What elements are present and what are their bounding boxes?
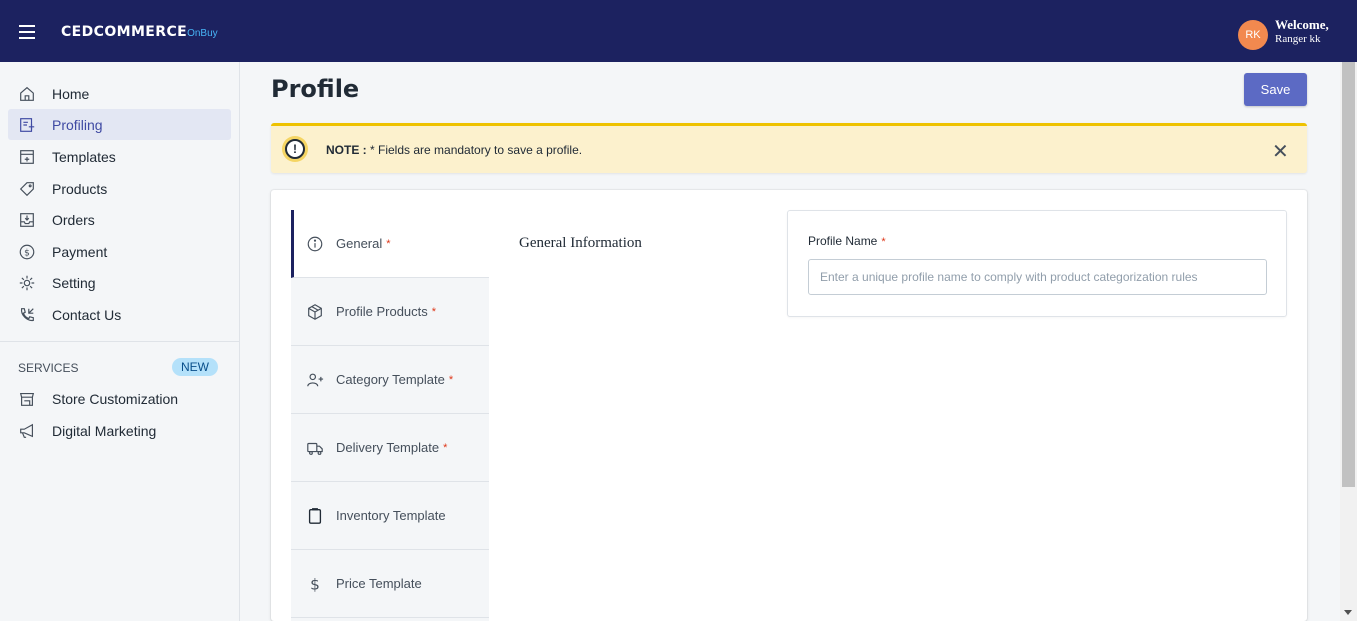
welcome-text: Welcome,: [1275, 17, 1329, 32]
tab-label: Inventory Template: [336, 508, 446, 523]
brand-sub: OnBuy: [187, 28, 218, 39]
sidebar-divider: [0, 341, 239, 342]
sidebar-item-digital-marketing[interactable]: Digital Marketing: [8, 415, 231, 446]
sidebar-item-orders[interactable]: Orders: [8, 204, 231, 235]
brand-logo: CEDCOMMERCEOnBuy: [61, 24, 218, 40]
profile-name-card: Profile Name *: [787, 210, 1287, 317]
page-title: Profile: [271, 75, 360, 103]
services-title: SERVICES: [18, 361, 79, 375]
scroll-thumb[interactable]: [1342, 62, 1355, 487]
orders-icon: [17, 210, 37, 230]
sidebar-item-profiling[interactable]: Profiling: [8, 109, 231, 140]
profile-card: General * Profile Products * Category Temp…: [271, 190, 1307, 621]
sidebar-item-label: Products: [52, 180, 108, 197]
brand-name: CEDCOMMERCE: [61, 24, 188, 40]
add-user-icon: [304, 369, 326, 391]
required-mark: *: [431, 305, 437, 318]
vertical-tabs: General * Profile Products * Category Temp…: [291, 210, 489, 621]
top-bar: CEDCOMMERCEOnBuy RK Welcome, Ranger kk: [0, 0, 1357, 62]
note-banner: ! NOTE : * Fields are mandatory to save …: [271, 123, 1307, 173]
required-mark: *: [386, 237, 391, 250]
templates-icon: [17, 147, 37, 167]
section-title: General Information: [519, 235, 642, 251]
sidebar: Home Profiling Templates Products Orders…: [0, 62, 240, 621]
sidebar-item-label: Digital Marketing: [52, 422, 157, 439]
sidebar-item-products[interactable]: Products: [8, 173, 231, 204]
scrollbar[interactable]: [1340, 62, 1357, 621]
info-icon: [304, 233, 326, 255]
tab-category-template[interactable]: Category Template *: [291, 346, 489, 414]
username[interactable]: Ranger kk: [1275, 33, 1321, 45]
tab-delivery-template[interactable]: Delivery Template *: [291, 414, 489, 482]
truck-icon: [304, 437, 326, 459]
field-label-text: Profile Name: [808, 234, 878, 248]
note-label: NOTE :: [326, 143, 367, 157]
sidebar-item-label: Profiling: [52, 116, 103, 133]
save-button[interactable]: Save: [1244, 73, 1307, 106]
required-mark: *: [881, 236, 886, 248]
close-icon[interactable]: ✕: [1272, 139, 1289, 164]
profile-name-label: Profile Name *: [808, 234, 886, 248]
required-mark: *: [443, 441, 448, 454]
tab-inventory-template[interactable]: Inventory Template: [291, 482, 489, 550]
tab-label: Price Template: [336, 576, 422, 591]
sidebar-item-label: Templates: [52, 148, 116, 165]
sidebar-item-label: Setting: [52, 274, 96, 291]
avatar[interactable]: RK: [1238, 20, 1268, 50]
sidebar-item-home[interactable]: Home: [8, 78, 231, 109]
megaphone-icon: [17, 421, 37, 441]
dollar-icon: $: [304, 573, 326, 595]
note-message: * Fields are mandatory to save a profile…: [366, 143, 583, 157]
tab-profile-products[interactable]: Profile Products *: [291, 278, 489, 346]
tab-general[interactable]: General *: [291, 210, 489, 278]
profile-name-input[interactable]: [808, 259, 1267, 295]
required-mark: *: [448, 373, 454, 386]
new-badge: NEW: [172, 358, 218, 376]
store-icon: [17, 389, 37, 409]
svg-text:$: $: [24, 248, 30, 258]
svg-text:$: $: [310, 575, 320, 593]
home-icon: [17, 84, 37, 104]
sidebar-item-label: Store Customization: [52, 390, 179, 407]
gear-icon: [17, 273, 37, 293]
tag-icon: [17, 179, 37, 199]
alert-icon: !: [285, 139, 305, 159]
dollar-circle-icon: $: [17, 242, 37, 262]
sidebar-item-payment[interactable]: $ Payment: [8, 236, 231, 267]
tab-label: Delivery Template: [336, 440, 440, 455]
tab-price-template[interactable]: $ Price Template: [291, 550, 489, 618]
phone-icon: [17, 305, 37, 325]
tab-label: General: [336, 236, 383, 251]
note-text: NOTE : * Fields are mandatory to save a …: [326, 143, 582, 157]
box-icon: [304, 301, 326, 323]
scroll-down-arrow-icon[interactable]: [1344, 610, 1352, 615]
hamburger-menu-icon[interactable]: [19, 25, 35, 39]
sidebar-item-label: Orders: [52, 211, 95, 228]
clipboard-icon: [304, 505, 326, 527]
sidebar-item-label: Home: [52, 85, 90, 102]
profiling-icon: [17, 115, 37, 135]
sidebar-item-label: Contact Us: [52, 306, 122, 323]
tab-label: Category Template: [336, 372, 445, 387]
sidebar-item-templates[interactable]: Templates: [8, 141, 231, 172]
sidebar-item-store-customization[interactable]: Store Customization: [8, 383, 231, 414]
tab-label: Profile Products: [336, 304, 428, 319]
sidebar-item-contact-us[interactable]: Contact Us: [8, 299, 231, 330]
sidebar-item-setting[interactable]: Setting: [8, 267, 231, 298]
sidebar-item-label: Payment: [52, 243, 108, 260]
